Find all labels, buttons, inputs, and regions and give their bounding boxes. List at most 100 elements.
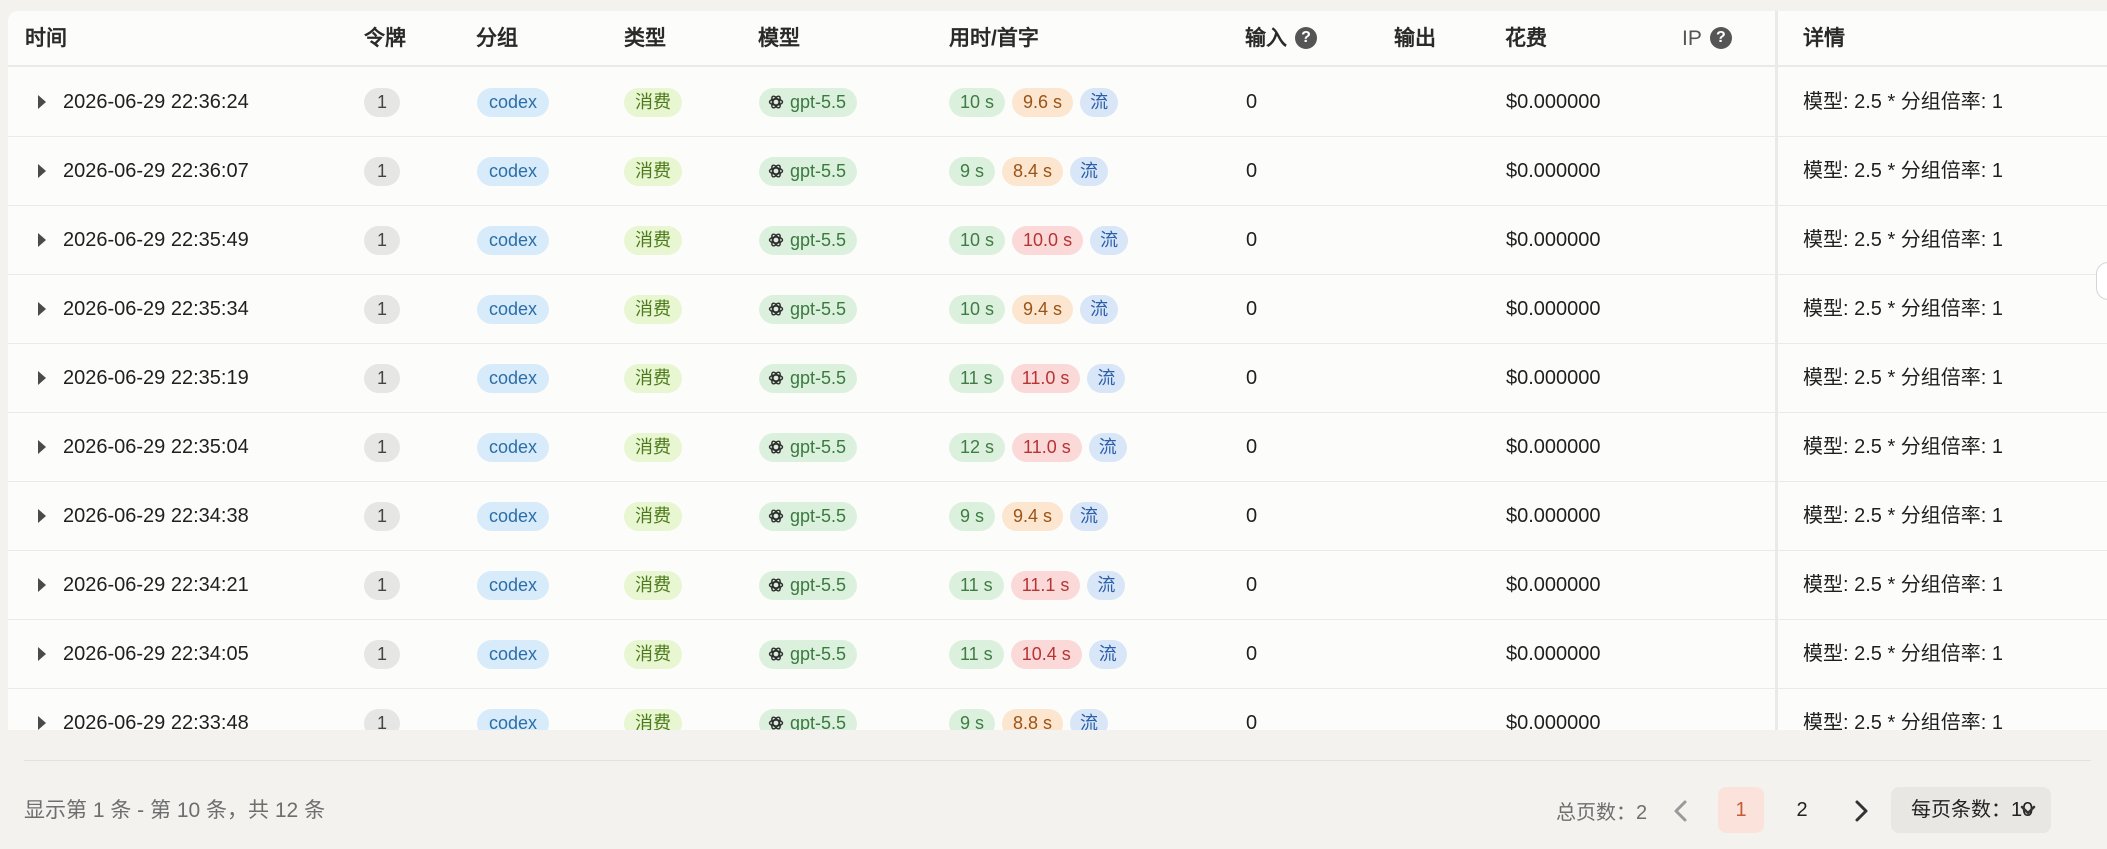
token-badge: 1 xyxy=(364,433,401,463)
table-row[interactable]: 2026-06-29 22:35:34 1 codex 消费 gpt-5.5 10 s 9.… xyxy=(8,275,2107,344)
caret-right-icon[interactable] xyxy=(38,233,46,247)
col-ip-label: IP xyxy=(1682,27,1702,50)
col-detail[interactable]: 详情 xyxy=(1803,11,1845,67)
question-circle-icon[interactable]: ? xyxy=(1295,27,1317,49)
model-tag[interactable]: gpt-5.5 xyxy=(759,709,858,730)
model-name: gpt-5.5 xyxy=(790,506,847,527)
caret-right-icon[interactable] xyxy=(38,578,46,592)
caret-right-icon[interactable] xyxy=(38,647,46,661)
cell-model: gpt-5.5 xyxy=(759,137,858,205)
caret-right-icon[interactable] xyxy=(38,509,46,523)
model-tag[interactable]: gpt-5.5 xyxy=(759,502,858,532)
side-drawer-handle[interactable] xyxy=(2096,262,2107,300)
chevron-left-icon[interactable] xyxy=(1670,798,1692,824)
openai-icon xyxy=(768,164,784,178)
cell-timing: 10 s 9.4 s流 xyxy=(949,275,1125,343)
model-tag[interactable]: gpt-5.5 xyxy=(759,157,858,187)
caret-right-icon[interactable] xyxy=(38,371,46,385)
cell-model: gpt-5.5 xyxy=(759,551,858,619)
caret-right-icon[interactable] xyxy=(38,302,46,316)
cell-timing: 10 s 10.0 s流 xyxy=(949,206,1135,274)
col-cost[interactable]: 花费 xyxy=(1505,11,1547,67)
cell-cost: $0.000000 xyxy=(1506,436,1601,458)
model-tag[interactable]: gpt-5.5 xyxy=(759,295,858,325)
table-row[interactable]: 2026-06-29 22:35:04 1 codex 消费 gpt-5.5 12 s 11… xyxy=(8,413,2107,482)
col-type[interactable]: 类型 xyxy=(624,11,666,67)
cell-time: 2026-06-29 22:35:04 xyxy=(63,436,249,458)
col-model[interactable]: 模型 xyxy=(758,11,800,67)
table-row[interactable]: 2026-06-29 22:34:05 1 codex 消费 gpt-5.5 11 s 10… xyxy=(8,620,2107,689)
type-tag: 消费 xyxy=(624,502,682,532)
cell-type: 消费 xyxy=(624,275,682,343)
cell-model: gpt-5.5 xyxy=(759,344,858,412)
type-tag: 消费 xyxy=(624,88,682,118)
col-output[interactable]: 输出 xyxy=(1394,11,1436,67)
first-token-tag: 8.8 s xyxy=(1002,709,1064,730)
col-token[interactable]: 令牌 xyxy=(364,11,406,67)
col-group[interactable]: 分组 xyxy=(476,11,518,67)
chevron-right-icon[interactable] xyxy=(1850,798,1872,824)
col-input[interactable]: 输入? xyxy=(1245,11,1317,67)
table-header: 时间 令牌 分组 类型 模型 用时/首字 输入? 输出 花费 IP? 详情 xyxy=(8,11,2107,67)
cell-group: codex xyxy=(477,68,550,136)
duration-tag: 11 s xyxy=(949,364,1004,394)
cell-group: codex xyxy=(477,275,550,343)
col-time[interactable]: 时间 xyxy=(25,11,67,67)
total-pages: 总页数：2 xyxy=(1556,802,1648,824)
token-badge: 1 xyxy=(364,295,401,325)
cell-timing: 11 s 11.1 s流 xyxy=(949,551,1132,619)
model-tag[interactable]: gpt-5.5 xyxy=(759,226,858,256)
caret-right-icon[interactable] xyxy=(38,164,46,178)
cell-time: 2026-06-29 22:34:21 xyxy=(63,574,249,596)
cell-detail: 模型: 2.5 * 分组倍率: 1 xyxy=(1803,298,2004,320)
group-tag: codex xyxy=(477,640,550,670)
model-tag[interactable]: gpt-5.5 xyxy=(759,571,858,601)
token-badge: 1 xyxy=(364,157,401,187)
cell-detail: 模型: 2.5 * 分组倍率: 1 xyxy=(1803,643,2004,665)
col-ip[interactable]: IP? xyxy=(1682,11,1732,67)
table-row[interactable]: 2026-06-29 22:36:07 1 codex 消费 gpt-5.5 9 s 8.4… xyxy=(8,137,2107,206)
cell-model: gpt-5.5 xyxy=(759,275,858,343)
cell-token: 1 xyxy=(364,344,401,412)
cell-cost: $0.000000 xyxy=(1506,298,1601,320)
model-tag[interactable]: gpt-5.5 xyxy=(759,88,858,118)
model-tag[interactable]: gpt-5.5 xyxy=(759,640,858,670)
cell-time: 2026-06-29 22:33:48 xyxy=(63,712,249,730)
col-timing[interactable]: 用时/首字 xyxy=(949,11,1039,67)
table-row[interactable]: 2026-06-29 22:34:21 1 codex 消费 gpt-5.5 11 s 11… xyxy=(8,551,2107,620)
caret-right-icon[interactable] xyxy=(38,95,46,109)
group-tag: codex xyxy=(477,571,550,601)
openai-icon xyxy=(768,95,784,109)
model-tag[interactable]: gpt-5.5 xyxy=(759,364,858,394)
cell-group: codex xyxy=(477,206,550,274)
duration-tag: 11 s xyxy=(949,571,1004,601)
page-button-1[interactable]: 1 xyxy=(1718,787,1764,833)
page-button-2[interactable]: 2 xyxy=(1779,787,1825,833)
table-row[interactable]: 2026-06-29 22:33:48 1 codex 消费 gpt-5.5 9 s 8.8… xyxy=(8,689,2107,730)
question-circle-icon[interactable]: ? xyxy=(1709,27,1732,49)
table-row[interactable]: 2026-06-29 22:35:19 1 codex 消费 gpt-5.5 11 s 11… xyxy=(8,344,2107,413)
model-tag[interactable]: gpt-5.5 xyxy=(759,433,858,463)
duration-tag: 9 s xyxy=(949,709,996,730)
openai-icon xyxy=(768,716,784,730)
group-tag: codex xyxy=(477,502,550,532)
page-size-select[interactable]: 每页条数：10 xyxy=(1891,787,2051,833)
cell-input: 0 xyxy=(1246,712,1258,730)
cell-token: 1 xyxy=(364,689,401,730)
cell-model: gpt-5.5 xyxy=(759,206,858,274)
cell-time: 2026-06-29 22:35:19 xyxy=(63,367,249,389)
cell-type: 消费 xyxy=(624,551,682,619)
table-row[interactable]: 2026-06-29 22:36:24 1 codex 消费 gpt-5.5 10 s 9.… xyxy=(8,68,2107,137)
cell-token: 1 xyxy=(364,275,401,343)
table-row[interactable]: 2026-06-29 22:34:38 1 codex 消费 gpt-5.5 9 s 9.4… xyxy=(8,482,2107,551)
table-row[interactable]: 2026-06-29 22:35:49 1 codex 消费 gpt-5.5 10 s 10… xyxy=(8,206,2107,275)
token-badge: 1 xyxy=(364,364,401,394)
caret-right-icon[interactable] xyxy=(38,440,46,454)
caret-right-icon[interactable] xyxy=(38,716,46,730)
cell-type: 消费 xyxy=(624,413,682,481)
cell-type: 消费 xyxy=(624,68,682,136)
cell-type: 消费 xyxy=(624,482,682,550)
model-name: gpt-5.5 xyxy=(790,575,847,596)
model-name: gpt-5.5 xyxy=(790,161,847,182)
type-tag: 消费 xyxy=(624,640,682,670)
